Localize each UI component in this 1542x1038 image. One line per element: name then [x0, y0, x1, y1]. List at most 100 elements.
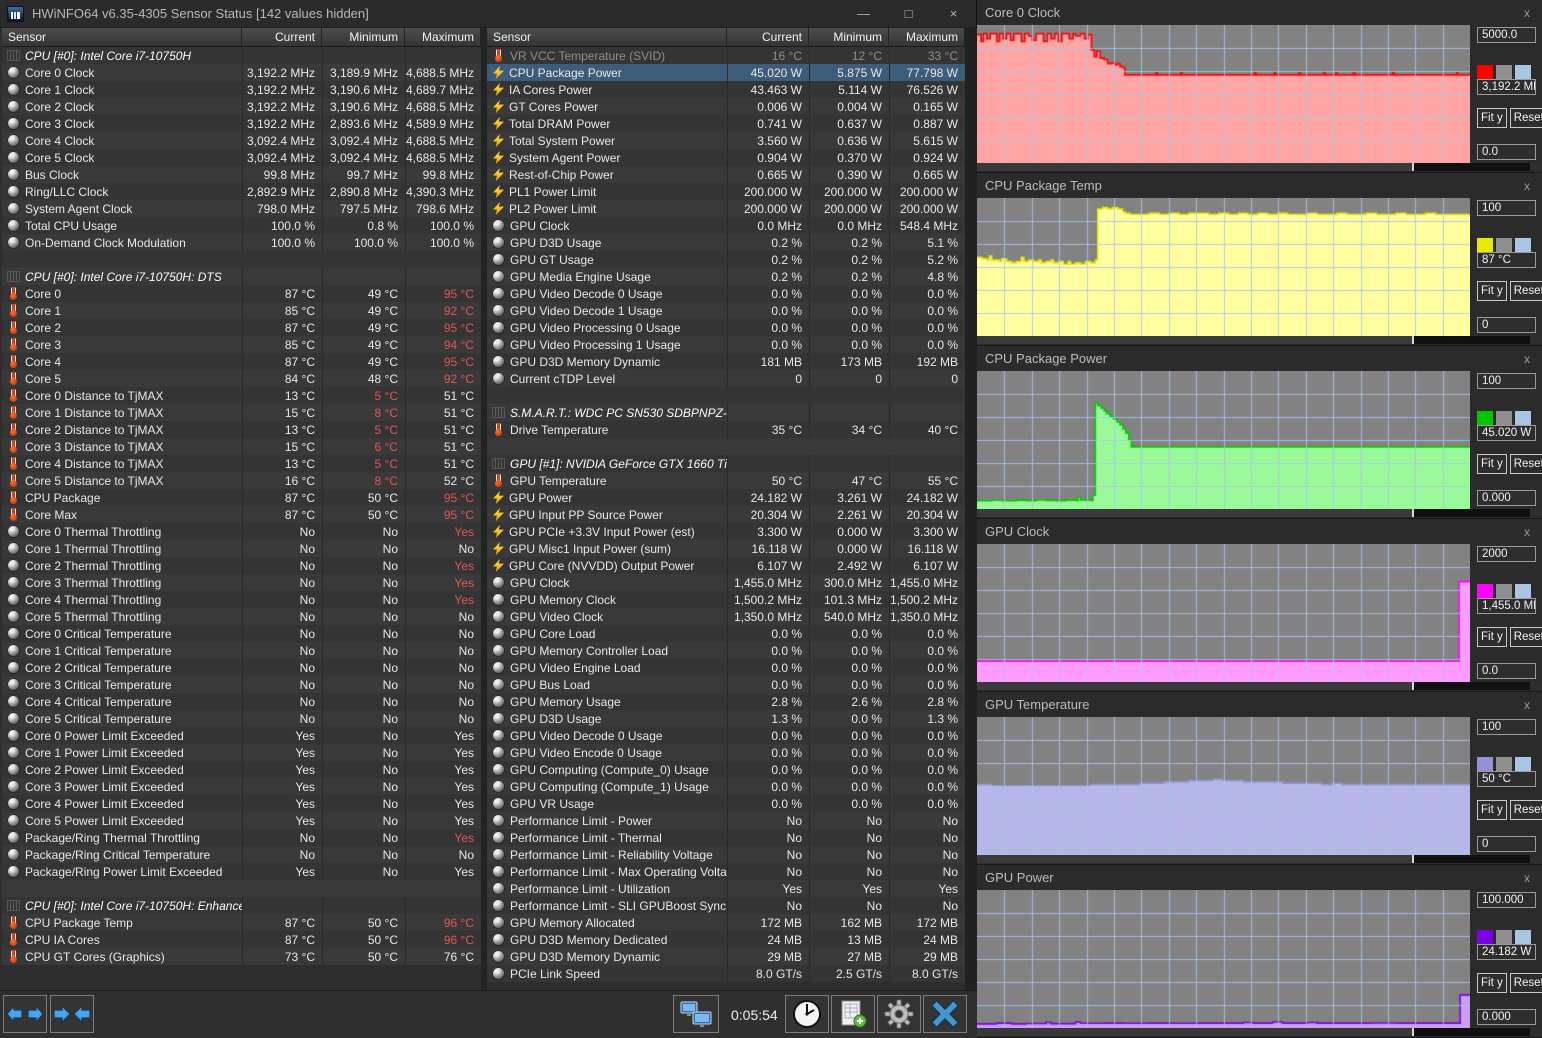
graph-ymin-box[interactable]: 0.0	[1477, 663, 1536, 679]
table-row[interactable]: Core 5 84 °C 48 °C 92 °C	[2, 370, 481, 387]
table-row[interactable]: Core 2 Power Limit Exceeded Yes No Yes	[2, 761, 481, 778]
graph-close-icon[interactable]: x	[1520, 179, 1534, 193]
table-row[interactable]: Drive Temperature 35 °C 34 °C 40 °C	[487, 421, 965, 438]
table-row[interactable]: GPU Computing (Compute_1) Usage 0.0 % 0.0 …	[487, 778, 965, 795]
graph-close-icon[interactable]: x	[1520, 525, 1534, 539]
graph-ymax-box[interactable]: 100.000	[1477, 892, 1536, 908]
section-row[interactable]: GPU [#1]: NVIDIA GeForce GTX 1660 Ti:	[487, 455, 965, 472]
reset-button[interactable]: Reset	[1509, 454, 1542, 474]
graph-close-icon[interactable]: x	[1520, 6, 1534, 20]
table-row[interactable]: GPU Video Decode 0 Usage 0.0 % 0.0 % 0.0 %	[487, 285, 965, 302]
column-header-minimum[interactable]: Minimum	[322, 28, 405, 46]
graph-ymin-box[interactable]: 0	[1477, 836, 1536, 852]
table-row[interactable]: GPU D3D Memory Dynamic 29 MB 27 MB 29 MB	[487, 948, 965, 965]
table-row[interactable]: Core Max 87 °C 50 °C 95 °C	[2, 506, 481, 523]
table-row[interactable]: Core 1 85 °C 49 °C 92 °C	[2, 302, 481, 319]
reset-button[interactable]: Reset	[1509, 800, 1542, 820]
graph-ymax-box[interactable]: 100	[1477, 719, 1536, 735]
table-row[interactable]: GPU Bus Load 0.0 % 0.0 % 0.0 %	[487, 676, 965, 693]
grid-color-swatch[interactable]	[1515, 411, 1531, 425]
series-color-swatch[interactable]	[1477, 238, 1493, 252]
graph-ymax-box[interactable]: 100	[1477, 200, 1536, 216]
table-row[interactable]: Core 5 Power Limit Exceeded Yes No Yes	[2, 812, 481, 829]
fit-y-button[interactable]: Fit y	[1477, 281, 1507, 301]
series-color-swatch[interactable]	[1477, 757, 1493, 771]
close-window-button[interactable]	[923, 995, 967, 1033]
table-row[interactable]: Package/Ring Critical Temperature No No No	[2, 846, 481, 863]
table-row[interactable]: Performance Limit - Power No No No	[487, 812, 965, 829]
graph-scrollbar[interactable]	[977, 855, 1542, 863]
title-bar[interactable]: HWiNFO64 v6.35-4305 Sensor Status [142 v…	[0, 0, 976, 28]
table-row[interactable]: GPU Misc1 Input Power (sum) 16.118 W 0.000…	[487, 540, 965, 557]
background-color-swatch[interactable]	[1496, 930, 1512, 944]
background-color-swatch[interactable]	[1496, 584, 1512, 598]
fit-y-button[interactable]: Fit y	[1477, 973, 1507, 993]
graph-scrollbar-thumb[interactable]	[977, 855, 1414, 863]
table-row[interactable]: Core 3 Distance to TjMAX 15 °C 6 °C 51 °C	[2, 438, 481, 455]
table-row[interactable]: Core 4 Distance to TjMAX 13 °C 5 °C 51 °C	[2, 455, 481, 472]
graph-scrollbar-thumb[interactable]	[977, 509, 1414, 517]
graph-scrollbar[interactable]	[977, 682, 1542, 690]
table-row[interactable]: Total System Power 3.560 W 0.636 W 5.615 W	[487, 132, 965, 149]
series-color-swatch[interactable]	[1477, 584, 1493, 598]
table-row[interactable]: GPU VR Usage 0.0 % 0.0 % 0.0 %	[487, 795, 965, 812]
graph-scrollbar-thumb[interactable]	[977, 163, 1414, 171]
graph-panel-header[interactable]: GPU Clock x	[977, 519, 1542, 544]
table-row[interactable]: Core 0 87 °C 49 °C 95 °C	[2, 285, 481, 302]
graph-scrollbar[interactable]	[977, 1028, 1542, 1036]
table-row[interactable]: Core 3 85 °C 49 °C 94 °C	[2, 336, 481, 353]
table-row[interactable]: Core 2 Distance to TjMAX 13 °C 5 °C 51 °C	[2, 421, 481, 438]
graph-scrollbar-thumb[interactable]	[977, 336, 1414, 344]
table-row[interactable]: VR VCC Temperature (SVID) 16 °C 12 °C 33 °C	[487, 47, 965, 64]
table-row[interactable]: Core 1 Distance to TjMAX 15 °C 8 °C 51 °C	[2, 404, 481, 421]
table-row[interactable]: Core 4 Clock 3,092.4 MHz 3,092.4 MHz 4,688.…	[2, 132, 481, 149]
grid-color-swatch[interactable]	[1515, 584, 1531, 598]
table-row[interactable]: GPU D3D Usage 0.2 % 0.2 % 5.1 %	[487, 234, 965, 251]
table-row[interactable]: Core 0 Clock 3,192.2 MHz 3,189.9 MHz 4,688.…	[2, 64, 481, 81]
table-row[interactable]: Core 4 87 °C 49 °C 95 °C	[2, 353, 481, 370]
table-row[interactable]: System Agent Clock 798.0 MHz 797.5 MHz 798.…	[2, 200, 481, 217]
table-row[interactable]: Performance Limit - Reliability Voltage N…	[487, 846, 965, 863]
series-color-swatch[interactable]	[1477, 411, 1493, 425]
table-row[interactable]: Core 4 Thermal Throttling No No Yes	[2, 591, 481, 608]
graph-close-icon[interactable]: x	[1520, 871, 1534, 885]
table-row[interactable]: Core 2 Critical Temperature No No No	[2, 659, 481, 676]
table-row[interactable]: GPU D3D Usage 1.3 % 0.0 % 1.3 %	[487, 710, 965, 727]
graph-panel-header[interactable]: GPU Power x	[977, 865, 1542, 890]
grid-color-swatch[interactable]	[1515, 757, 1531, 771]
table-row[interactable]: PCIe Link Speed 8.0 GT/s 2.5 GT/s 8.0 GT/s	[487, 965, 965, 982]
table-row[interactable]: Bus Clock 99.8 MHz 99.7 MHz 99.8 MHz	[2, 166, 481, 183]
table-row[interactable]: On-Demand Clock Modulation 100.0 % 100.0 %…	[2, 234, 481, 251]
minimize-icon[interactable]: —	[841, 1, 886, 27]
grid-color-swatch[interactable]	[1515, 930, 1531, 944]
table-row[interactable]: CPU Package Power 45.020 W 5.875 W 77.798 W	[487, 64, 965, 81]
table-row[interactable]: CPU Package Temp 87 °C 50 °C 96 °C	[2, 914, 481, 931]
table-row[interactable]: Performance Limit - Max Operating Voltag…	[487, 863, 965, 880]
maximize-icon[interactable]: □	[886, 1, 931, 27]
table-row[interactable]: Core 2 Thermal Throttling No No Yes	[2, 557, 481, 574]
table-row[interactable]: Core 5 Distance to TjMAX 16 °C 8 °C 52 °C	[2, 472, 481, 489]
table-row[interactable]: Total CPU Usage 100.0 % 0.8 % 100.0 %	[2, 217, 481, 234]
table-row[interactable]: Core 0 Critical Temperature No No No	[2, 625, 481, 642]
table-row[interactable]: System Agent Power 0.904 W 0.370 W 0.924 W	[487, 149, 965, 166]
table-row[interactable]: Core 1 Thermal Throttling No No No	[2, 540, 481, 557]
table-row[interactable]: Core 0 Thermal Throttling No No Yes	[2, 523, 481, 540]
graph-ymin-box[interactable]: 0.000	[1477, 490, 1536, 506]
table-row[interactable]: Performance Limit - SLI GPUBoost Sync No N…	[487, 897, 965, 914]
table-row[interactable]: Core 5 Critical Temperature No No No	[2, 710, 481, 727]
table-row[interactable]: GPU GT Usage 0.2 % 0.2 % 5.2 %	[487, 251, 965, 268]
graph-scrollbar[interactable]	[977, 336, 1542, 344]
remote-sensors-button[interactable]	[673, 995, 719, 1033]
table-row[interactable]: GPU Memory Controller Load 0.0 % 0.0 % 0.0 …	[487, 642, 965, 659]
table-row[interactable]: GPU Video Clock 1,350.0 MHz 540.0 MHz 1,350…	[487, 608, 965, 625]
graph-scrollbar[interactable]	[977, 509, 1542, 517]
table-row[interactable]: Rest-of-Chip Power 0.665 W 0.390 W 0.665 W	[487, 166, 965, 183]
section-row[interactable]: CPU [#0]: Intel Core i7-10750H: DTS	[2, 268, 481, 285]
table-row[interactable]: GPU Memory Clock 1,500.2 MHz 101.3 MHz 1,50…	[487, 591, 965, 608]
table-row[interactable]: Core 1 Power Limit Exceeded Yes No Yes	[2, 744, 481, 761]
graph-panel-header[interactable]: GPU Temperature x	[977, 692, 1542, 717]
section-row[interactable]: CPU [#0]: Intel Core i7-10750H	[2, 47, 481, 64]
table-row[interactable]: Core 2 87 °C 49 °C 95 °C	[2, 319, 481, 336]
table-row[interactable]: Core 0 Distance to TjMAX 13 °C 5 °C 51 °C	[2, 387, 481, 404]
table-row[interactable]: GPU Video Decode 1 Usage 0.0 % 0.0 % 0.0 %	[487, 302, 965, 319]
